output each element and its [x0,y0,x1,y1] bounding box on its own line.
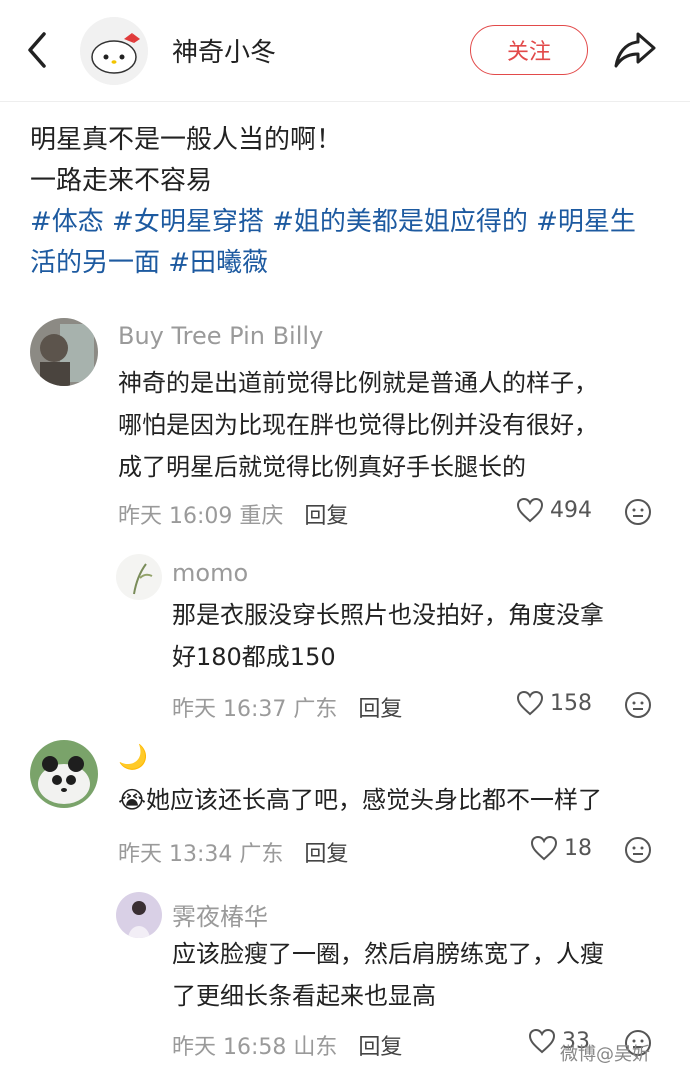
comment-time: 昨天 13:34 [118,842,233,867]
commenter-name[interactable]: 🌙 [118,743,148,771]
commenter-avatar[interactable] [116,554,162,600]
like-count: 18 [564,835,592,861]
like-button[interactable]: 494 [516,497,592,523]
comment-location: 山东 [293,1035,338,1060]
comment-meta: 昨天 16:09 重庆 回复 [118,498,348,530]
comment-line: 了更细长条看起来也显高 [172,982,436,1010]
comment-text: 应该脸瘦了一圈，然后肩膀练宽了，人瘦 了更细长条看起来也显高 [172,933,662,1017]
comment-time: 昨天 16:37 [172,697,287,722]
heart-icon [516,497,544,523]
comment-location: 广东 [239,842,284,867]
commenter-avatar[interactable] [116,892,162,938]
heart-icon [516,690,544,716]
post-text-line: 一路走来不容易 [30,166,213,196]
comment-text: 那是衣服没穿长照片也没拍好，角度没拿 好180都成150 [172,594,662,678]
reply-button[interactable]: 回复 [304,842,348,867]
top-bar: 神奇小冬 关注 [0,0,690,102]
comment-time: 昨天 16:58 [172,1035,287,1060]
comment-text: 神奇的是出道前觉得比例就是普通人的样子， 哪怕是因为比现在胖也觉得比例并没有很好… [118,362,668,488]
comment-meta: 昨天 13:34 广东 回复 [118,836,348,868]
emoji-reaction-icon[interactable] [624,691,652,719]
comment-line: 哪怕是因为比现在胖也觉得比例并没有很好， [118,411,598,439]
commenter-avatar[interactable] [30,740,98,808]
crying-emoji-icon: 😭 [118,786,147,814]
heart-icon [530,835,558,861]
post-body: 明星真不是一般人当的啊！ 一路走来不容易 #体态 #女明星穿搭 #姐的美都是姐应… [30,120,660,284]
like-button[interactable]: 18 [530,835,592,861]
commenter-name[interactable]: Buy Tree Pin Billy [118,322,323,350]
comment-line: 😭她应该还长高了吧，感觉头身比都不一样了 [118,779,668,821]
comment-location: 重庆 [239,504,284,529]
comment-time: 昨天 16:09 [118,504,233,529]
commenter-avatar[interactable] [30,318,98,386]
author-avatar[interactable] [80,17,148,85]
follow-button[interactable]: 关注 [470,25,588,75]
like-count: 494 [550,497,592,523]
commenter-name[interactable]: 霁夜椿华 [172,897,268,932]
comment-meta: 昨天 16:37 广东 回复 [172,691,402,723]
comment-location: 广东 [293,697,338,722]
reply-button[interactable]: 回复 [358,1035,402,1060]
heart-icon [528,1028,556,1054]
post-hashtags[interactable]: 活的另一面 #田曦薇 [30,243,660,284]
comment-line: 成了明星后就觉得比例真好手长腿长的 [118,453,526,481]
like-button[interactable]: 158 [516,690,592,716]
like-count: 158 [550,690,592,716]
author-name[interactable]: 神奇小冬 [172,32,276,69]
commenter-name[interactable]: momo [172,559,248,587]
emoji-reaction-icon[interactable] [624,836,652,864]
emoji-reaction-icon[interactable] [624,498,652,526]
comment-line: 应该脸瘦了一圈，然后肩膀练宽了，人瘦 [172,940,604,968]
back-arrow-icon[interactable] [22,30,56,70]
post-text-line: 明星真不是一般人当的啊！ [30,125,343,155]
post-hashtags[interactable]: #体态 #女明星穿搭 #姐的美都是姐应得的 #明星生 [30,202,660,243]
comment-line: 那是衣服没穿长照片也没拍好，角度没拿 [172,601,604,629]
comment-line: 神奇的是出道前觉得比例就是普通人的样子， [118,369,598,397]
share-icon[interactable] [612,28,658,72]
reply-button[interactable]: 回复 [358,697,402,722]
weibo-watermark: 微博@吴妡 [560,1044,650,1065]
comment-line-text: 她应该还长高了吧，感觉头身比都不一样了 [146,786,603,814]
comment-text: 😭她应该还长高了吧，感觉头身比都不一样了 [118,779,668,821]
reply-button[interactable]: 回复 [304,504,348,529]
comment-line: 好180都成150 [172,643,336,671]
comment-meta: 昨天 16:58 山东 回复 [172,1029,402,1061]
